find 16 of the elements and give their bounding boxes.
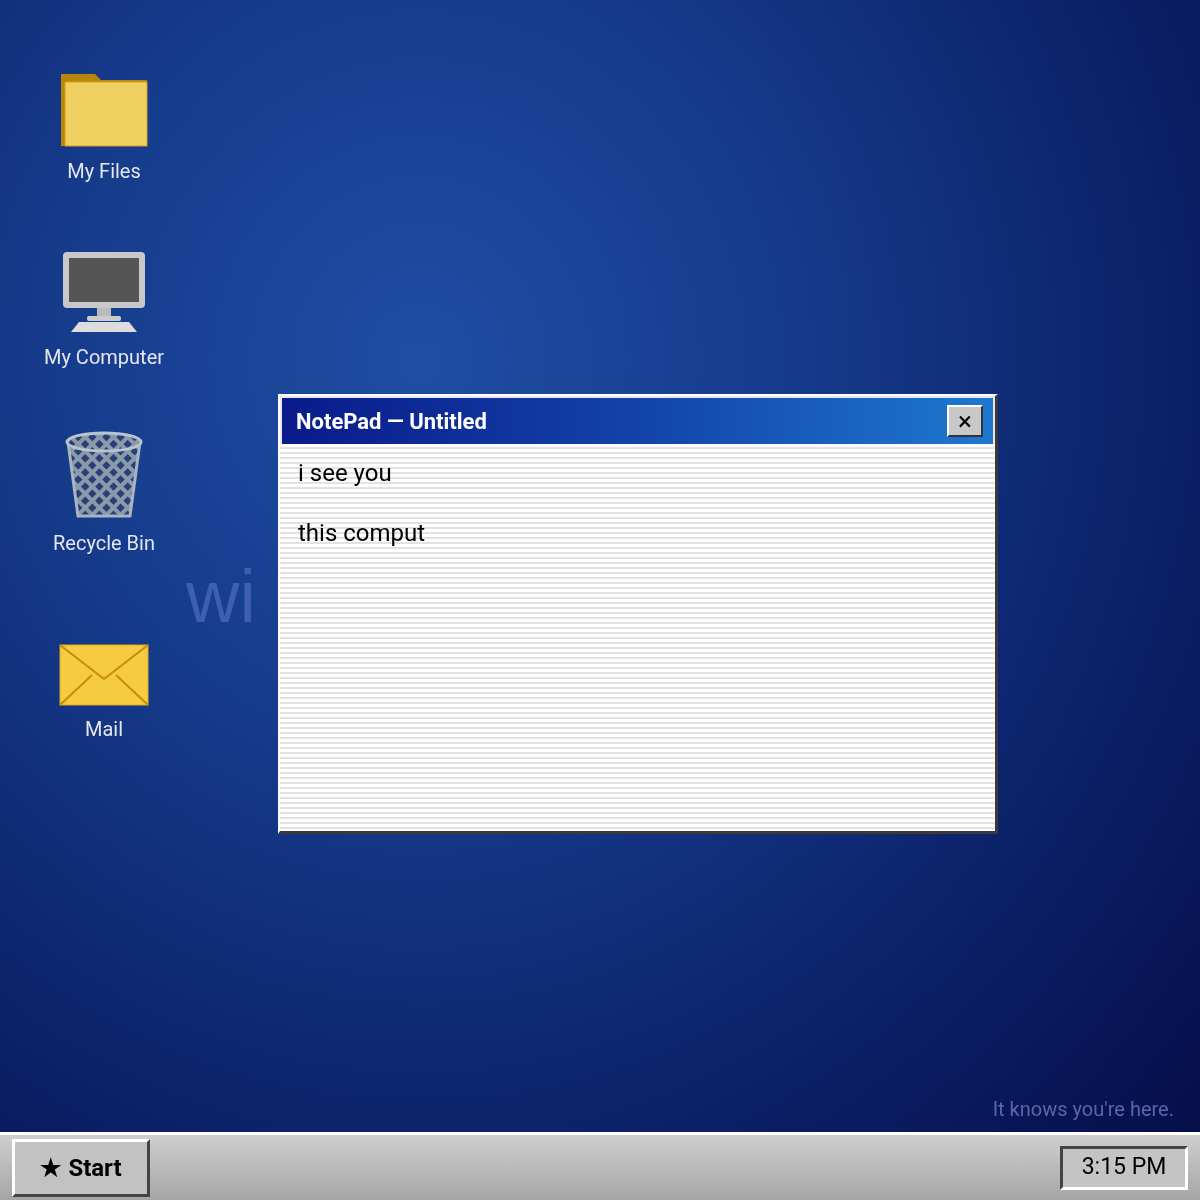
computer-icon[interactable] (61, 250, 147, 334)
desktop-icon-label[interactable]: My Computer (44, 342, 164, 372)
desktop-icon-label[interactable]: Recycle Bin (53, 528, 155, 558)
star-icon: ★ (40, 1149, 63, 1186)
window-title: NotePad — Untitled (296, 407, 487, 436)
text-area[interactable]: i see you this comput (280, 444, 995, 831)
text-line: this comput (298, 518, 427, 548)
desktop-icon-label[interactable]: My Files (67, 156, 141, 186)
desktop-caption: It knows you're here. (992, 1096, 1174, 1123)
close-button[interactable]: × (947, 405, 983, 437)
clock: 3:15 PM (1060, 1145, 1188, 1190)
envelope-icon[interactable] (59, 644, 149, 706)
trash-bin-icon[interactable] (64, 430, 144, 520)
text-line: i see you (298, 458, 393, 488)
desktop-icon-label[interactable]: Mail (84, 714, 124, 744)
start-button[interactable]: ★ Start (12, 1138, 150, 1197)
